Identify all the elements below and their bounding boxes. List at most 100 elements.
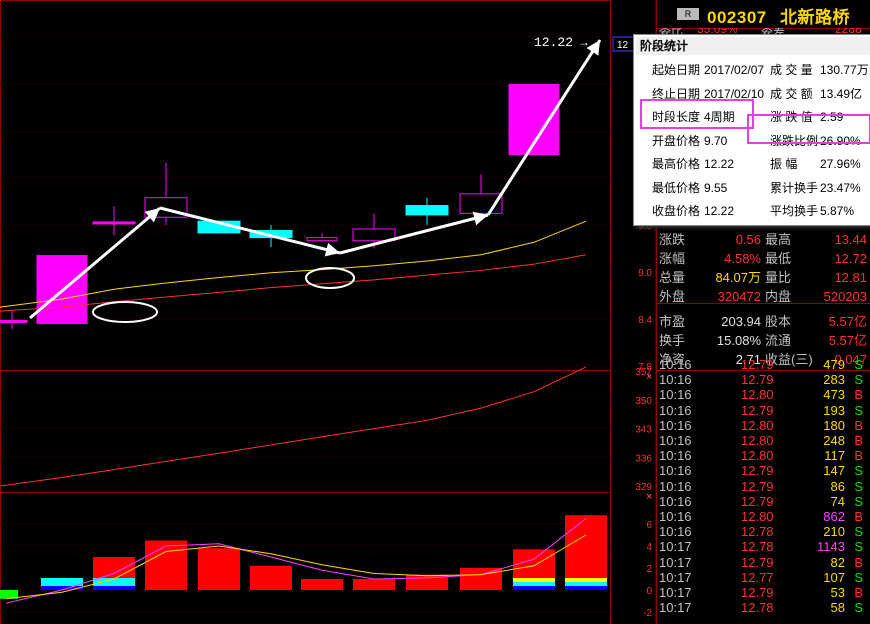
tick-row[interactable]: 10:16 12.78 210 S — [657, 524, 870, 539]
tick-time: 10:17 — [659, 600, 692, 616]
candle-body[interactable] — [306, 237, 338, 242]
popup-key: 起始日期 — [652, 63, 701, 77]
y-tick-label: -2 — [643, 608, 652, 619]
quote-row: 换手 15.08% 流通 5.57亿 — [657, 332, 870, 350]
panel-close-icon[interactable]: × — [646, 371, 652, 383]
tick-time: 10:16 — [659, 402, 692, 418]
tick-row[interactable]: 10:16 12.80 117 B — [657, 448, 870, 463]
macd-bar — [250, 565, 292, 590]
popup-key: 最高价格 — [652, 157, 701, 171]
tick-volume: 1143 — [817, 539, 845, 555]
macd-bar — [301, 579, 343, 590]
popup-value: 12.22 — [704, 204, 735, 218]
popup-value: 2017/02/07 — [704, 63, 765, 77]
candle-body[interactable] — [405, 205, 449, 216]
tick-row[interactable]: 10:17 12.78 1143 S — [657, 539, 870, 554]
popup-key: 成 交 量 — [770, 63, 813, 77]
popup-key: 开盘价格 — [652, 133, 701, 148]
tick-row[interactable]: 10:16 12.80 473 B — [657, 387, 870, 402]
candle-body[interactable] — [92, 221, 136, 225]
panel-close-icon[interactable]: × — [646, 491, 652, 503]
quote-value: 203.94 — [721, 314, 761, 329]
trend-arrow — [486, 39, 602, 216]
tick-row[interactable]: 10:16 12.80 862 B — [657, 509, 870, 524]
tick-time: 10:16 — [659, 448, 692, 464]
y-tick-label: 0 — [646, 586, 652, 597]
indicator-line — [0, 366, 587, 487]
popup-key: 收盘价格 — [652, 204, 701, 218]
tick-time: 10:17 — [659, 585, 692, 600]
chart-svg[interactable]: 9.69.08.47.81111112.22→12357350343336329… — [0, 0, 656, 624]
tick-price: 12.77 — [741, 569, 774, 585]
tick-side: S — [854, 463, 863, 479]
tick-price: 12.80 — [741, 433, 774, 448]
tick-side: B — [854, 448, 863, 464]
quote-label: 股本 — [765, 314, 792, 329]
y-tick-label: 350 — [635, 396, 652, 407]
tick-price: 12.79 — [741, 478, 774, 494]
tick-row[interactable]: 10:16 12.80 248 B — [657, 433, 870, 448]
tick-side: B — [854, 509, 863, 524]
rzrq-badge: R — [677, 8, 699, 20]
macd-stripe — [513, 586, 555, 590]
quote-row: 涨跌 0.56 最高 13.44 — [657, 231, 870, 249]
tick-row[interactable]: 10:17 12.79 53 B — [657, 585, 870, 600]
quote-value: 5.57亿 — [828, 314, 867, 329]
quote-value: 84.07万 — [715, 270, 761, 285]
tick-row[interactable]: 10:16 12.79 479 S — [657, 357, 870, 372]
macd-stripe — [513, 582, 555, 586]
tick-row[interactable]: 10:17 12.77 107 S — [657, 570, 870, 585]
ma5-line — [0, 220, 587, 308]
tick-side: S — [854, 524, 863, 540]
tick-price: 12.79 — [741, 554, 774, 570]
tick-row[interactable]: 10:16 12.79 74 S — [657, 494, 870, 509]
tick-volume: 180 — [823, 417, 845, 433]
tick-price: 12.80 — [741, 417, 774, 433]
y-tick-label: 6 — [646, 520, 652, 531]
tick-volume: 248 — [823, 433, 845, 448]
tick-volume: 479 — [823, 357, 845, 372]
macd-bar — [145, 540, 187, 590]
tick-row[interactable]: 10:17 12.79 82 B — [657, 555, 870, 570]
quote-label: 最高 — [765, 232, 792, 247]
tick-side: B — [854, 554, 863, 570]
quote-value: 4.58% — [724, 251, 761, 266]
quote-row: 市盈 203.94 股本 5.57亿 — [657, 313, 870, 331]
quote-label: 换手 — [659, 333, 686, 348]
macd-stripe — [513, 578, 555, 582]
tick-row[interactable]: 10:16 12.80 180 B — [657, 418, 870, 433]
tick-row[interactable]: 10:16 12.79 86 S — [657, 479, 870, 494]
stock-name: 北新路桥 — [779, 8, 850, 27]
stock-title[interactable]: 002307 北新路桥 — [707, 3, 850, 28]
tick-price: 12.78 — [741, 600, 774, 616]
tick-price: 12.80 — [741, 448, 774, 464]
tick-price: 12.80 — [741, 509, 774, 524]
tick-time: 10:16 — [659, 433, 692, 448]
tick-time: 10:17 — [659, 569, 692, 585]
quote-label: 总量 — [659, 270, 686, 285]
tick-volume: 283 — [823, 372, 845, 388]
tick-row[interactable]: 10:16 12.79 193 S — [657, 403, 870, 418]
macd-bar — [353, 579, 395, 590]
tick-volume: 86 — [830, 478, 845, 494]
tick-volume: 147 — [823, 463, 845, 479]
tick-side: S — [854, 539, 863, 555]
macd-stripe — [565, 586, 607, 590]
quote-label: 涨幅 — [659, 251, 686, 266]
tick-row[interactable]: 10:17 12.78 58 S — [657, 600, 870, 615]
tick-side: B — [854, 417, 863, 433]
kline-chart-area[interactable]: 9.69.08.47.81111112.22→12357350343336329… — [0, 0, 656, 624]
quote-row: 总量 84.07万 量比 12.81 — [657, 269, 870, 287]
quote-value: 0.56 — [735, 232, 761, 247]
tick-row[interactable]: 10:16 12.79 283 S — [657, 372, 870, 387]
y-tick-label: 8.4 — [638, 315, 652, 326]
candle-body[interactable] — [0, 319, 28, 323]
y-tick-label: 4 — [646, 542, 652, 553]
macd-bar — [198, 548, 240, 590]
quote-value: 5.57亿 — [828, 333, 867, 348]
macd-stripe — [41, 578, 83, 582]
tick-price: 12.79 — [741, 493, 774, 509]
tick-row[interactable]: 10:16 12.79 147 S — [657, 463, 870, 478]
y-tick-label: 9.0 — [638, 268, 652, 279]
popup-key: 累计换手 — [770, 180, 819, 195]
